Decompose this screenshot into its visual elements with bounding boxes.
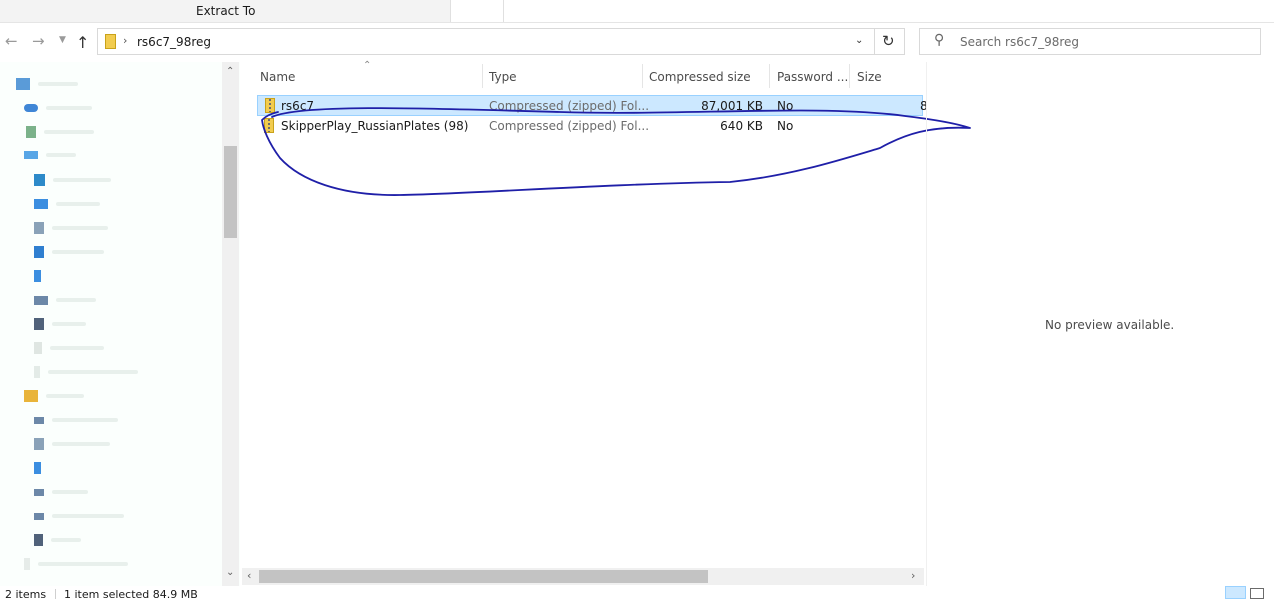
details-view-icon[interactable] — [1225, 586, 1246, 599]
no-preview-message: No preview available. — [1045, 318, 1175, 332]
large-icons-view-icon[interactable] — [1250, 588, 1264, 599]
status-item-count: 2 items — [5, 588, 47, 599]
scroll-left-icon[interactable]: ‹ — [247, 569, 251, 582]
preview-pane: No preview available. — [926, 62, 1274, 586]
status-selection: 1 item selected 84.9 MB — [64, 588, 198, 599]
horizontal-scrollbar[interactable]: ‹ › — [242, 568, 924, 585]
status-bar: 2 items 1 item selected 84.9 MB — [0, 586, 1274, 599]
status-divider — [55, 589, 56, 599]
scroll-right-icon[interactable]: › — [911, 569, 915, 582]
scrollbar-thumb[interactable] — [259, 570, 708, 583]
